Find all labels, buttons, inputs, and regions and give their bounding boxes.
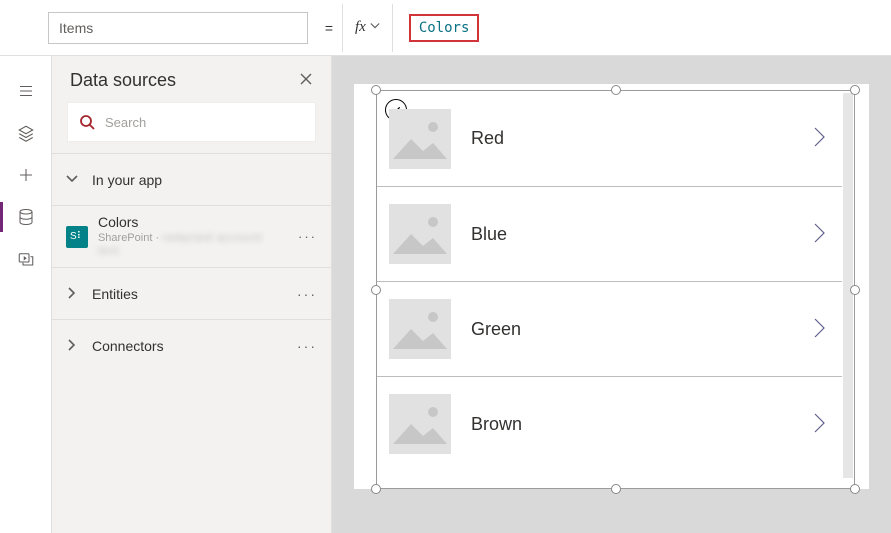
equals-label: = — [316, 20, 334, 36]
section-in-your-app[interactable]: In your app — [52, 153, 331, 205]
chevron-right-icon — [66, 338, 78, 354]
layers-icon — [17, 124, 35, 142]
image-placeholder-icon — [389, 299, 451, 359]
screen-frame: Red Blue Green — [354, 84, 869, 489]
gallery-control[interactable]: Red Blue Green — [376, 90, 855, 489]
section-entities[interactable]: Entities ··· — [52, 267, 331, 319]
resize-handle[interactable] — [611, 85, 621, 95]
chevron-right-icon — [66, 286, 78, 302]
datasource-more-button[interactable]: ··· — [298, 229, 317, 244]
chevron-right-icon[interactable] — [812, 221, 828, 248]
canvas[interactable]: Red Blue Green — [332, 56, 891, 533]
fx-label: fx — [355, 19, 366, 36]
datasource-subtitle: SharePoint · redacted account text — [98, 232, 288, 260]
formula-input[interactable]: Colors — [401, 11, 879, 45]
entities-more-button[interactable]: ··· — [297, 286, 317, 302]
close-icon — [299, 72, 313, 86]
close-panel-button[interactable] — [299, 72, 313, 89]
chevron-right-icon[interactable] — [812, 125, 828, 152]
resize-handle[interactable] — [611, 484, 621, 494]
section-connectors[interactable]: Connectors ··· — [52, 319, 331, 371]
list-item[interactable]: Brown — [377, 376, 842, 471]
fx-button[interactable]: fx — [342, 4, 393, 52]
section-label: Connectors — [92, 338, 164, 354]
search-placeholder: Search — [105, 115, 146, 130]
list-item[interactable]: Red — [377, 91, 842, 186]
search-input[interactable]: Search — [68, 103, 315, 141]
resize-handle[interactable] — [371, 85, 381, 95]
plus-icon — [17, 166, 35, 184]
panel-title: Data sources — [70, 70, 176, 91]
formula-text: Colors — [409, 14, 480, 42]
image-placeholder-icon — [389, 394, 451, 454]
formula-bar: Items = fx Colors — [0, 0, 891, 56]
item-title: Brown — [471, 414, 522, 435]
chevron-right-icon[interactable] — [812, 411, 828, 438]
search-icon — [79, 114, 95, 130]
rail-insert[interactable] — [0, 112, 52, 154]
gallery-items: Red Blue Green — [377, 91, 842, 488]
item-title: Red — [471, 128, 504, 149]
rail-media[interactable] — [0, 238, 52, 280]
menu-icon — [17, 82, 35, 100]
media-icon — [17, 250, 35, 268]
rail-tree-view[interactable] — [0, 70, 52, 112]
rail-data[interactable] — [0, 196, 52, 238]
resize-handle[interactable] — [850, 285, 860, 295]
image-placeholder-icon — [389, 204, 451, 264]
rail-add[interactable] — [0, 154, 52, 196]
section-label: In your app — [92, 172, 162, 188]
chevron-down-icon — [66, 172, 78, 188]
list-item[interactable]: Green — [377, 281, 842, 376]
list-item[interactable]: Blue — [377, 186, 842, 281]
chevron-down-icon — [370, 19, 380, 36]
resize-handle[interactable] — [850, 484, 860, 494]
chevron-right-icon[interactable] — [812, 316, 828, 343]
resize-handle[interactable] — [371, 484, 381, 494]
resize-handle[interactable] — [371, 285, 381, 295]
item-title: Green — [471, 319, 521, 340]
item-title: Blue — [471, 224, 507, 245]
section-label: Entities — [92, 286, 138, 302]
datasource-colors[interactable]: S⠇ Colors SharePoint · redacted account … — [52, 205, 331, 267]
property-selector[interactable]: Items — [48, 12, 308, 44]
image-placeholder-icon — [389, 109, 451, 169]
sharepoint-icon: S⠇ — [66, 226, 88, 248]
property-selector-label: Items — [59, 20, 93, 36]
data-sources-panel: Data sources Search In your app S⠇ Color… — [52, 56, 332, 533]
resize-handle[interactable] — [850, 85, 860, 95]
database-icon — [17, 208, 35, 226]
datasource-name: Colors — [98, 214, 288, 232]
connectors-more-button[interactable]: ··· — [297, 338, 317, 354]
left-rail — [0, 56, 52, 533]
